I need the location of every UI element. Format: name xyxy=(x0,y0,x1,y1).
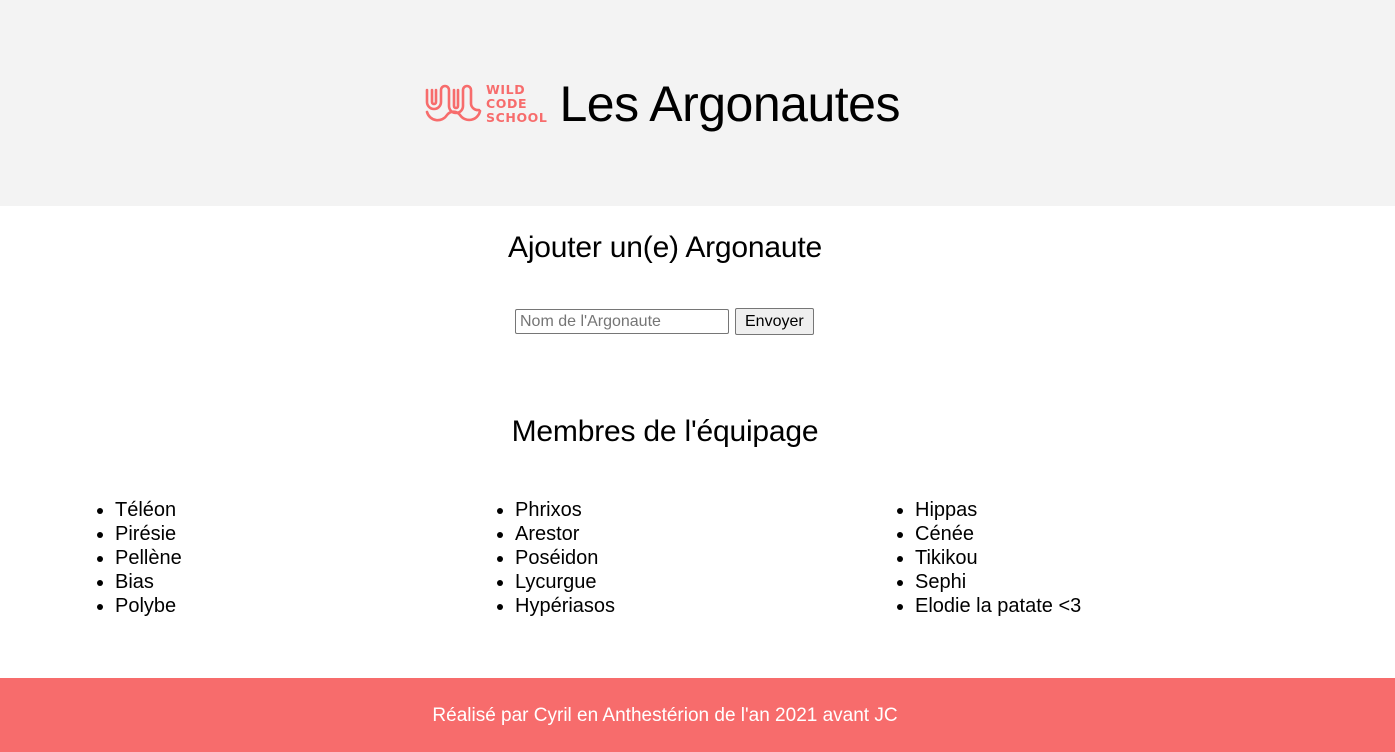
logo-word-code: CODE xyxy=(486,96,528,111)
crew-member: Poséidon xyxy=(515,546,615,570)
wild-code-school-logo-icon xyxy=(425,84,482,122)
site-title: Les Argonautes xyxy=(559,76,900,132)
logo-wordmark: WILD CODE SCHOOL xyxy=(486,83,547,125)
argonaut-name-input[interactable] xyxy=(515,309,729,334)
crew-member: Lycurgue xyxy=(515,570,615,594)
crew-column-3: Hippas Cénée Tikikou Sephi Elodie la pat… xyxy=(894,498,1081,618)
crew-member: Cénée xyxy=(915,522,1081,546)
logo-word-wild: WILD xyxy=(486,82,526,97)
crew-column-2: Phrixos Arestor Poséidon Lycurgue Hypéri… xyxy=(494,498,615,618)
crew-member: Arestor xyxy=(515,522,615,546)
crew-member: Bias xyxy=(115,570,182,594)
crew-member: Elodie la patate <3 xyxy=(915,594,1081,618)
footer-credits: Réalisé par Cyril en Anthestérion de l'a… xyxy=(432,705,898,726)
page-footer: Réalisé par Cyril en Anthestérion de l'a… xyxy=(0,678,1395,752)
page-header: WILD CODE SCHOOL Les Argonautes xyxy=(0,0,1395,206)
crew-member: Sephi xyxy=(915,570,1081,594)
crew-column-1: Téléon Pirésie Pellène Bias Polybe xyxy=(94,498,182,618)
crew-member: Tikikou xyxy=(915,546,1081,570)
crew-heading: Membres de l'équipage xyxy=(511,415,819,448)
brand: WILD CODE SCHOOL Les Argonautes xyxy=(424,74,900,134)
logo-word-school: SCHOOL xyxy=(486,110,548,125)
add-argonaut-heading: Ajouter un(e) Argonaute xyxy=(508,231,822,264)
wild-code-school-logo: WILD CODE SCHOOL xyxy=(424,79,547,129)
crew-member: Hippas xyxy=(915,498,1081,522)
crew-member: Phrixos xyxy=(515,498,615,522)
crew-member: Polybe xyxy=(115,594,182,618)
crew-member: Pirésie xyxy=(115,522,182,546)
send-button[interactable]: Envoyer xyxy=(735,308,814,335)
crew-member: Hypériasos xyxy=(515,594,615,618)
add-argonaut-form: Envoyer xyxy=(515,308,814,335)
crew-member: Téléon xyxy=(115,498,182,522)
crew-member: Pellène xyxy=(115,546,182,570)
